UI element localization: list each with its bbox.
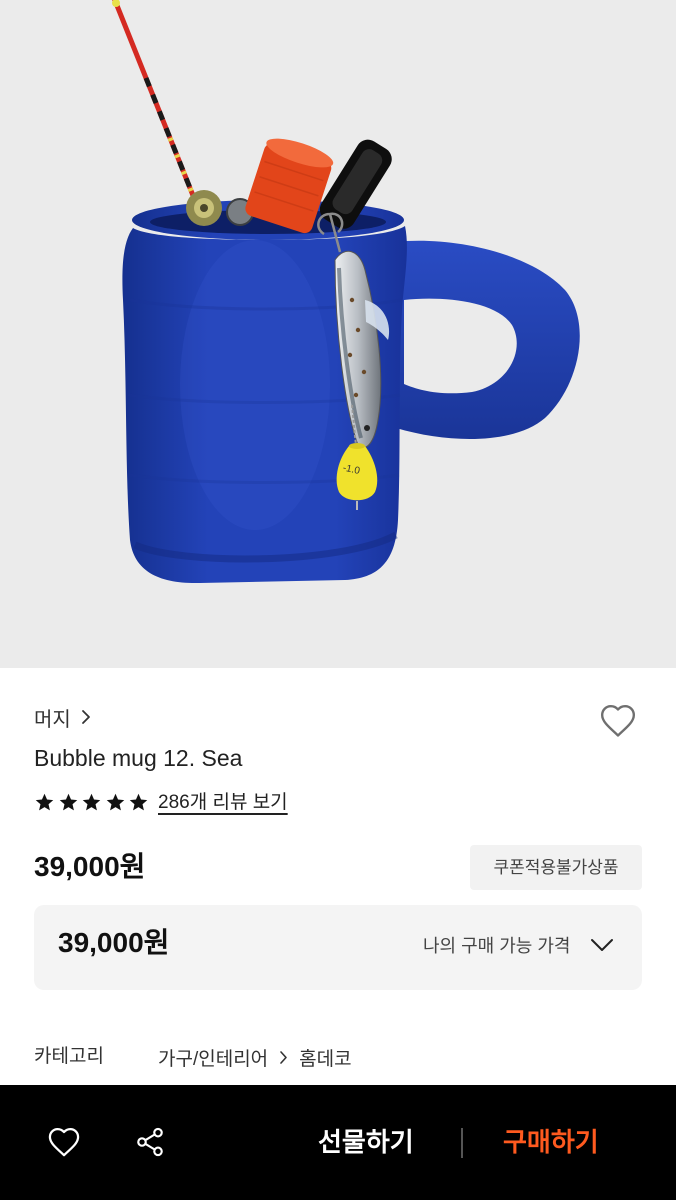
chevron-right-icon	[280, 1050, 287, 1064]
star-icon	[129, 793, 148, 811]
category-item-furniture[interactable]: 가구/인테리어	[158, 1044, 268, 1071]
product-image[interactable]: -1.0	[0, 0, 676, 668]
heart-icon[interactable]	[598, 703, 638, 741]
coupon-badge: 쿠폰적용불가상품	[470, 845, 642, 890]
my-price-value: 39,000원	[58, 927, 170, 958]
category-breadcrumb: 가구/인테리어 홈데코	[158, 1044, 352, 1070]
heart-icon[interactable]	[47, 1127, 81, 1158]
star-icon	[59, 793, 77, 811]
buy-button[interactable]: 구매하기	[503, 1125, 599, 1159]
brand-link[interactable]: 머지	[34, 703, 91, 731]
brand-name: 머지	[34, 708, 71, 731]
mug-handle	[395, 240, 580, 439]
bottom-action-bar: 선물하기 구매하기	[0, 1085, 676, 1200]
share-icon[interactable]	[134, 1126, 166, 1158]
product-price: 39,000원	[34, 851, 146, 882]
product-photo: -1.0	[112, 0, 580, 584]
category-item-home-deco[interactable]: 홈데코	[299, 1044, 351, 1071]
product-title: Bubble mug 12. Sea	[34, 745, 243, 771]
chevron-down-icon	[591, 939, 613, 951]
my-price-panel[interactable]: 39,000원 나의 구매 가능 가격	[34, 905, 642, 990]
gift-button[interactable]: 선물하기	[318, 1125, 414, 1159]
button-divider	[461, 1128, 463, 1158]
chevron-right-icon	[81, 710, 90, 724]
rating-stars	[34, 792, 149, 814]
star-icon	[82, 793, 101, 811]
category-label: 카테고리	[34, 1046, 104, 1067]
star-icon	[35, 793, 54, 811]
fishing-rod	[112, 0, 197, 201]
my-price-label: 나의 구매 가능 가격	[423, 936, 571, 956]
review-link[interactable]: 286개 리뷰 보기	[158, 790, 288, 816]
star-icon	[106, 793, 124, 811]
